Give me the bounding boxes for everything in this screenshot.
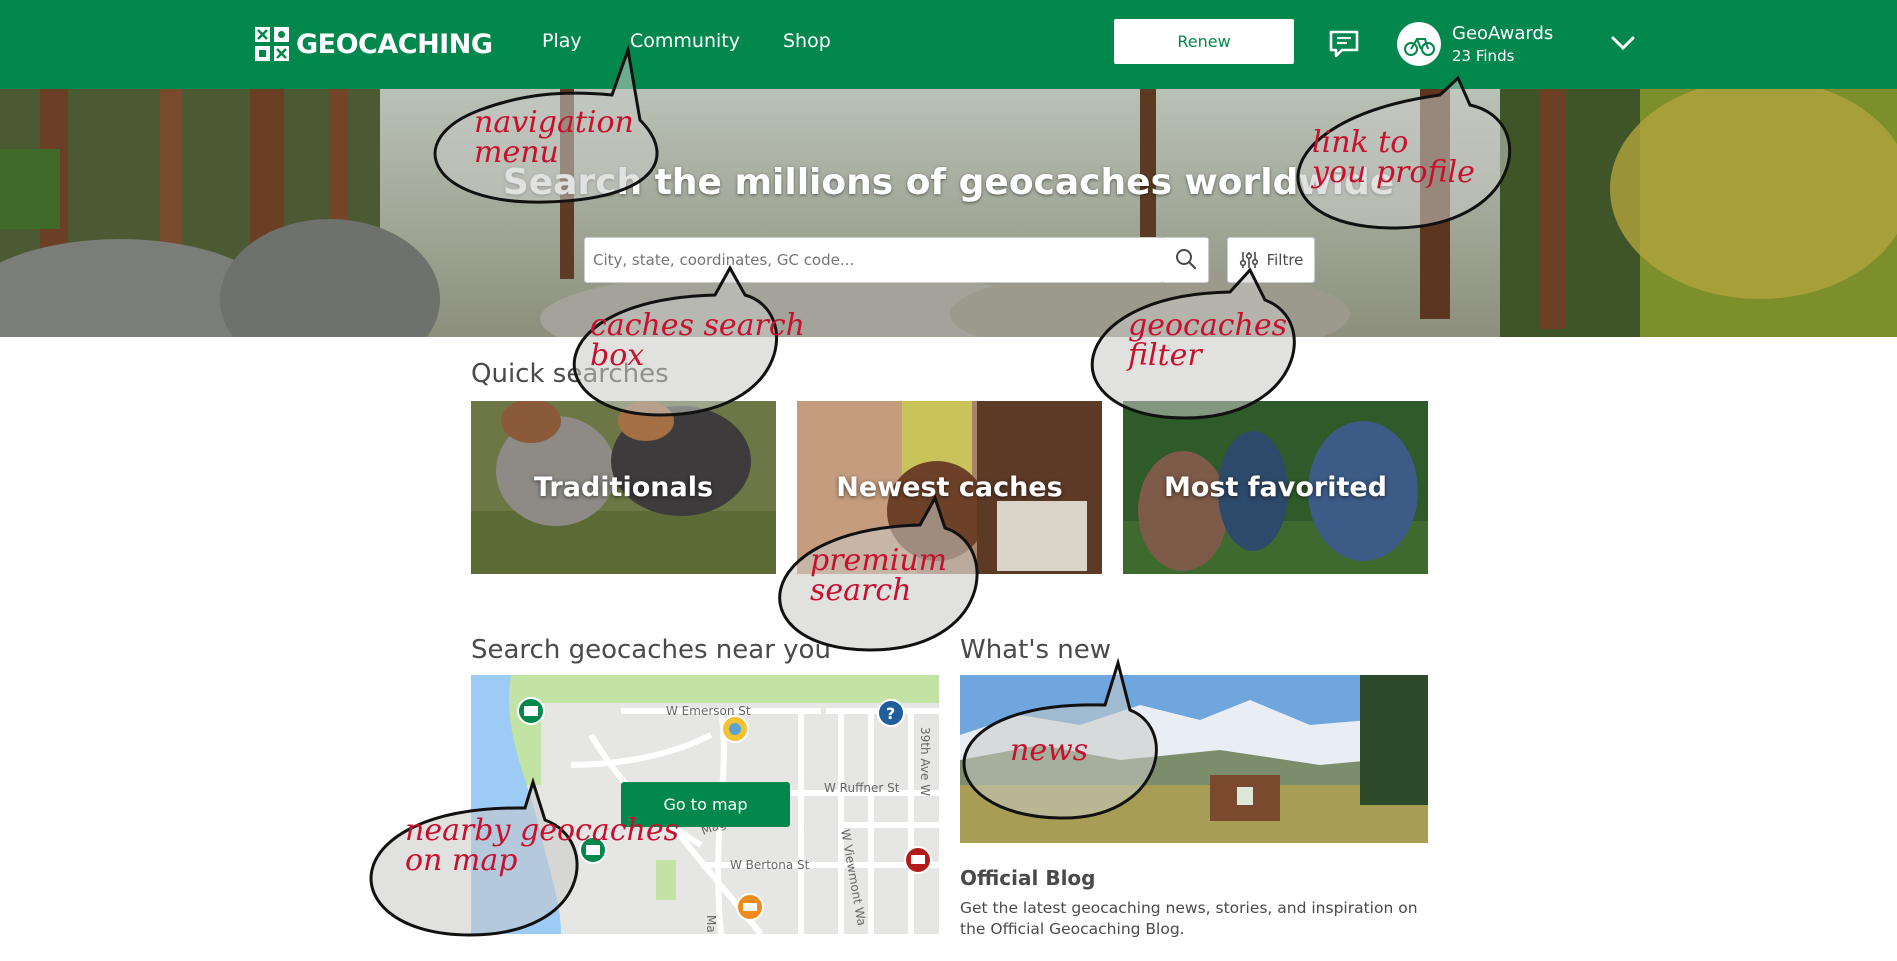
street-label: 39th Ave W bbox=[918, 727, 932, 796]
mountain-meadow-photo bbox=[960, 675, 1428, 843]
quick-searches-title: Quick searches bbox=[471, 359, 669, 389]
user-finds-count: 23 Finds bbox=[1452, 47, 1515, 65]
renew-button[interactable]: Renew bbox=[1114, 19, 1294, 64]
top-navigation-bar: GEOCACHING Play Community Shop Renew Geo… bbox=[0, 0, 1897, 89]
nav-community[interactable]: Community bbox=[630, 30, 740, 52]
nav-shop[interactable]: Shop bbox=[783, 30, 831, 52]
forest-background-image bbox=[0, 89, 1897, 337]
street-label: Ma bbox=[704, 915, 718, 933]
filter-sliders-icon bbox=[1239, 252, 1258, 268]
tile-newest-caches-label: Newest caches bbox=[836, 472, 1063, 503]
message-center-icon[interactable] bbox=[1328, 28, 1360, 60]
nearby-title: Search geocaches near you bbox=[471, 635, 831, 665]
go-to-map-button[interactable]: Go to map bbox=[621, 782, 790, 827]
search-input[interactable] bbox=[593, 238, 1093, 282]
tile-most-favorited[interactable]: Most favorited bbox=[1123, 401, 1428, 574]
search-icon bbox=[1175, 248, 1196, 269]
tile-most-favorited-label: Most favorited bbox=[1163, 472, 1388, 503]
mystery-cache-marker-icon[interactable]: ? bbox=[877, 699, 905, 727]
tile-traditionals-label: Traditionals bbox=[533, 472, 714, 503]
blog-title[interactable]: Official Blog bbox=[960, 866, 1096, 890]
street-label: W Ruffner St bbox=[824, 781, 900, 795]
logo-text: GEOCACHING bbox=[296, 28, 493, 60]
street-label: W Bertona St bbox=[730, 858, 810, 872]
chevron-down-icon[interactable] bbox=[1610, 34, 1636, 52]
tile-newest-caches[interactable]: Newest caches bbox=[797, 401, 1102, 574]
filter-label: Filtre bbox=[1266, 251, 1304, 269]
search-button[interactable] bbox=[1163, 237, 1209, 283]
user-name[interactable]: GeoAwards bbox=[1452, 23, 1553, 44]
whats-new-title: What's new bbox=[960, 635, 1112, 665]
multi-cache-marker-icon[interactable] bbox=[721, 715, 749, 743]
news-image[interactable] bbox=[960, 675, 1428, 843]
nav-play[interactable]: Play bbox=[542, 30, 582, 52]
search-box bbox=[584, 237, 1164, 283]
traditional-cache-marker-icon[interactable] bbox=[517, 697, 545, 725]
event-cache-marker-icon[interactable] bbox=[904, 846, 932, 874]
avatar[interactable] bbox=[1397, 22, 1441, 66]
filter-button[interactable]: Filtre bbox=[1227, 237, 1315, 283]
geocaching-logo-icon bbox=[255, 27, 289, 61]
hero-title: Search the millions of geocaches worldwi… bbox=[502, 162, 1395, 203]
svg-text:?: ? bbox=[886, 704, 895, 723]
traditional-cache-marker-icon[interactable] bbox=[579, 836, 607, 864]
tile-traditionals[interactable]: Traditionals bbox=[471, 401, 776, 574]
geocaching-logo[interactable]: GEOCACHING bbox=[254, 26, 493, 62]
blog-description: Get the latest geocaching news, stories,… bbox=[960, 899, 1418, 938]
hero-banner: Search the millions of geocaches worldwi… bbox=[0, 89, 1897, 337]
earth-cache-marker-icon[interactable] bbox=[736, 893, 764, 921]
